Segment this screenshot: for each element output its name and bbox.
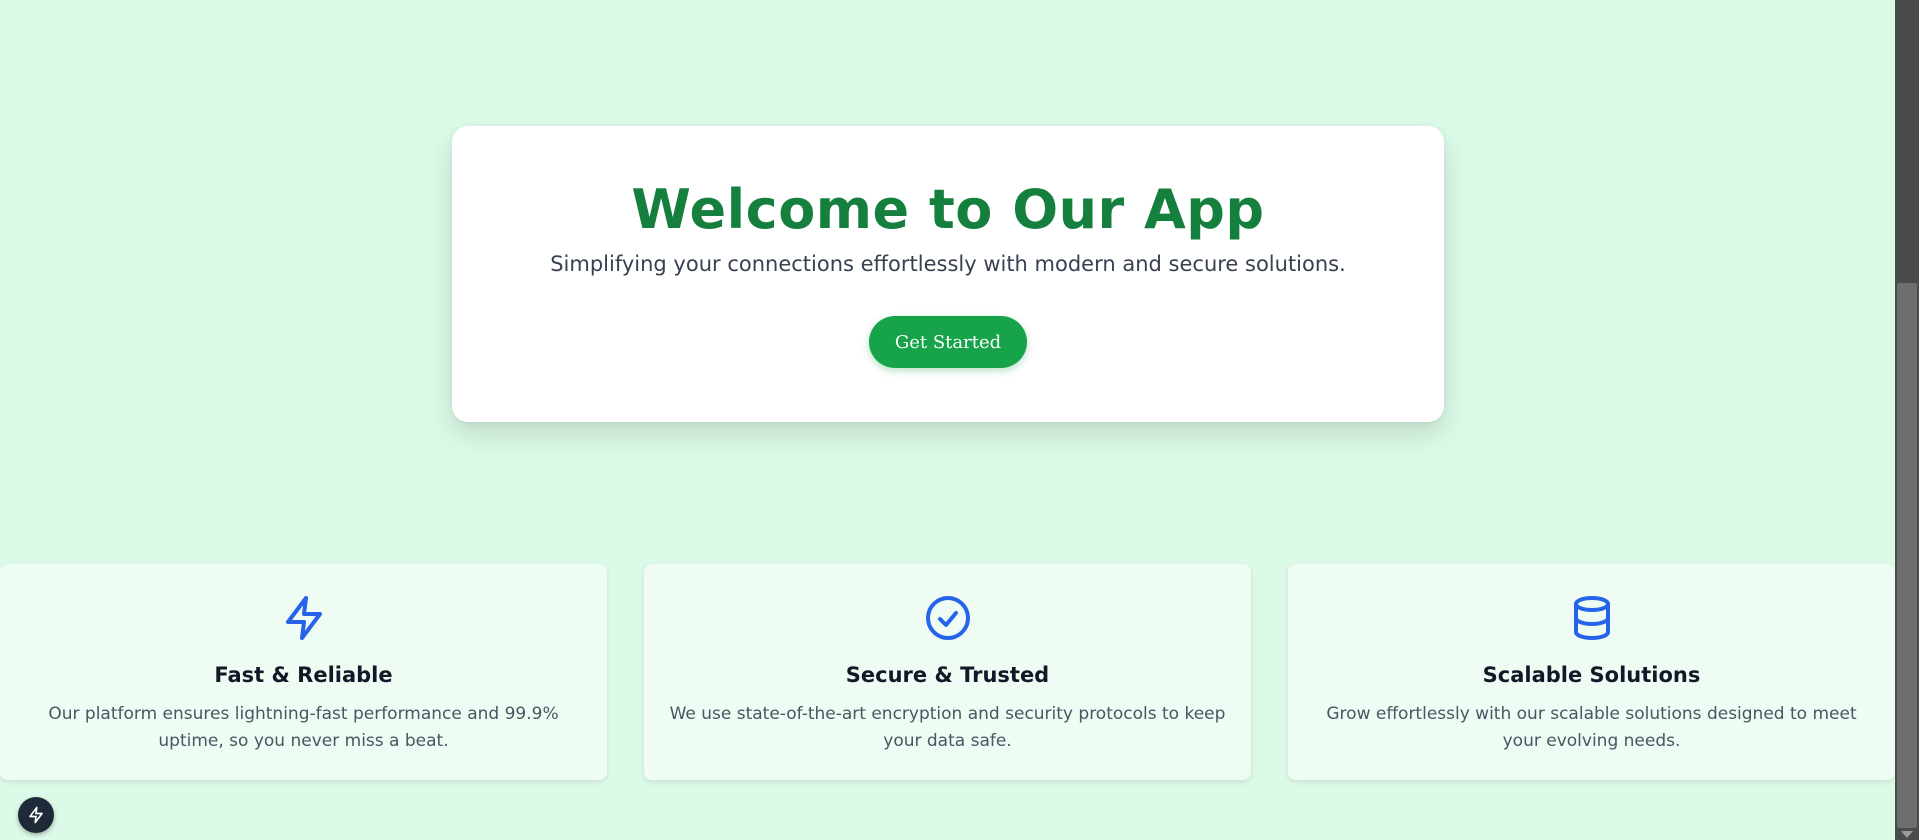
feature-title: Scalable Solutions	[1482, 663, 1701, 687]
feature-card-secure-trusted: Secure & Trusted We use state-of-the-art…	[644, 564, 1251, 780]
scroll-down-arrow-icon[interactable]	[1901, 831, 1913, 838]
floating-action-button[interactable]	[18, 797, 54, 833]
hero-title: Welcome to Our App	[631, 178, 1265, 241]
database-icon	[1568, 594, 1616, 642]
scrollbar-thumb[interactable]	[1897, 283, 1917, 828]
vertical-scrollbar[interactable]	[1895, 0, 1919, 840]
get-started-button[interactable]: Get Started	[869, 316, 1027, 368]
feature-card-scalable-solutions: Scalable Solutions Grow effortlessly wit…	[1288, 564, 1895, 780]
feature-description: We use state-of-the-art encryption and s…	[669, 704, 1226, 751]
feature-description: Grow effortlessly with our scalable solu…	[1326, 704, 1857, 751]
hero-card: Welcome to Our App Simplifying your conn…	[452, 126, 1444, 422]
lightning-bolt-icon	[29, 806, 43, 824]
hero-subtitle: Simplifying your connections effortlessl…	[550, 252, 1346, 276]
lightning-bolt-icon	[280, 594, 328, 642]
feature-title: Secure & Trusted	[845, 663, 1050, 687]
feature-card-fast-reliable: Fast & Reliable Our platform ensures lig…	[0, 564, 607, 780]
feature-description: Our platform ensures lightning-fast perf…	[48, 704, 559, 751]
check-circle-icon	[924, 594, 972, 642]
landing-page: Welcome to Our App Simplifying your conn…	[0, 0, 1919, 840]
feature-title: Fast & Reliable	[214, 663, 393, 687]
